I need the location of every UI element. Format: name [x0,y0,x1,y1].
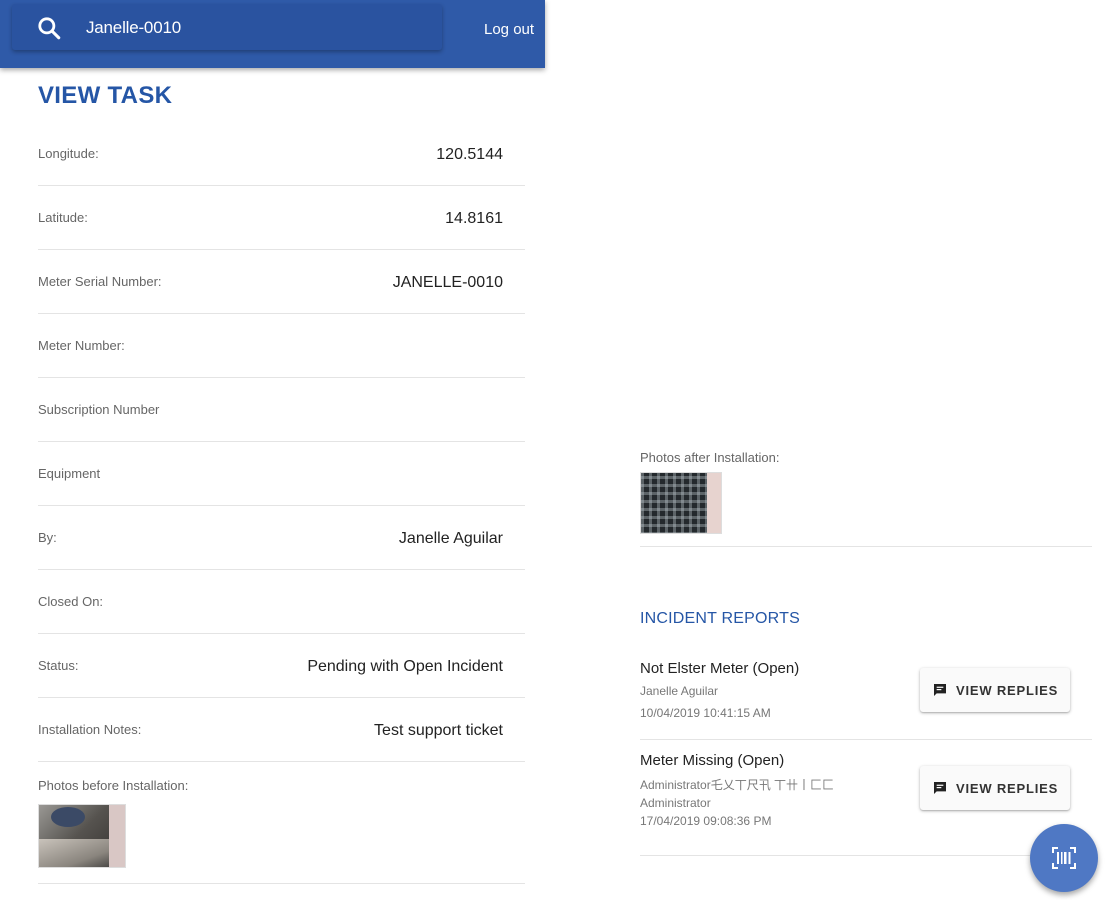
incident-author: Administrator乇乂丅尺卂 丅卄丨匚匚 [640,778,835,792]
barcode-scan-icon [1052,847,1076,869]
field-value: Pending with Open Incident [307,658,503,675]
field-row-latitude: Latitude: 14.8161 [38,186,525,250]
incident-item: Meter Missing (Open) Administrator乇乂丅尺卂 … [640,740,1092,856]
field-row-installation-notes: Installation Notes: Test support ticket [38,698,525,762]
photos-after-label: Photos after Installation: [640,450,780,465]
photo-before-thumbnail[interactable] [38,804,126,868]
view-replies-button[interactable]: VIEW REPLIES [920,668,1070,712]
field-value: Janelle Aguilar [398,530,503,547]
field-label: By: [38,530,57,545]
app-bar: Janelle-0010 Log out [0,0,545,68]
field-value: 120.5144 [436,146,503,163]
incident-timestamp: 10/04/2019 10:41:15 AM [640,706,771,720]
view-replies-label: VIEW REPLIES [956,781,1059,796]
field-label: Latitude: [38,210,88,225]
field-label: Meter Number: [38,338,125,353]
logout-button[interactable]: Log out [484,21,534,38]
task-field-list: Longitude: 120.5144 Latitude: 14.8161 Me… [38,122,525,762]
photo-after-thumbnail[interactable] [640,472,722,534]
field-row-closed-on: Closed On: [38,570,525,634]
field-label: Installation Notes: [38,722,142,737]
chat-icon [934,782,946,794]
field-row-longitude: Longitude: 120.5144 [38,122,525,186]
field-label: Closed On: [38,594,104,609]
field-row-meter-serial-number: Meter Serial Number: JANELLE-0010 [38,250,525,314]
photos-before-label: Photos before Installation: [38,778,189,793]
field-label: Equipment [38,466,101,481]
incident-reports-title: INCIDENT REPORTS [640,610,800,627]
incident-subline: Administrator [640,796,711,810]
photos-before-section: Photos before Installation: [38,778,525,884]
field-value: 14.8161 [445,210,503,227]
view-replies-button[interactable]: VIEW REPLIES [920,766,1070,810]
photos-after-section: Photos after Installation: [640,450,1092,547]
field-label: Longitude: [38,146,99,161]
incident-author: Janelle Aguilar [640,684,719,698]
search-input[interactable]: Janelle-0010 [86,18,181,38]
field-row-subscription-number: Subscription Number [38,378,525,442]
field-value: Test support ticket [374,722,503,739]
field-label: Meter Serial Number: [38,274,162,289]
field-label: Status: [38,658,79,673]
field-label: Subscription Number [38,402,160,417]
view-replies-label: VIEW REPLIES [956,683,1059,698]
incident-heading: Meter Missing (Open) [640,752,785,769]
field-row-meter-number: Meter Number: [38,314,525,378]
search-icon[interactable] [36,15,62,41]
incident-item: Not Elster Meter (Open) Janelle Aguilar … [640,648,1092,740]
field-row-by: By: Janelle Aguilar [38,506,525,570]
scan-barcode-fab[interactable] [1030,824,1098,892]
search-box[interactable]: Janelle-0010 [12,4,442,50]
field-row-status: Status: Pending with Open Incident [38,634,525,698]
chat-icon [934,684,946,696]
field-row-equipment: Equipment [38,442,525,506]
page-title: VIEW TASK [38,82,173,109]
incident-heading: Not Elster Meter (Open) [640,660,800,677]
field-value: JANELLE-0010 [392,274,503,291]
incident-list: Not Elster Meter (Open) Janelle Aguilar … [640,648,1092,856]
incident-timestamp: 17/04/2019 09:08:36 PM [640,814,772,828]
